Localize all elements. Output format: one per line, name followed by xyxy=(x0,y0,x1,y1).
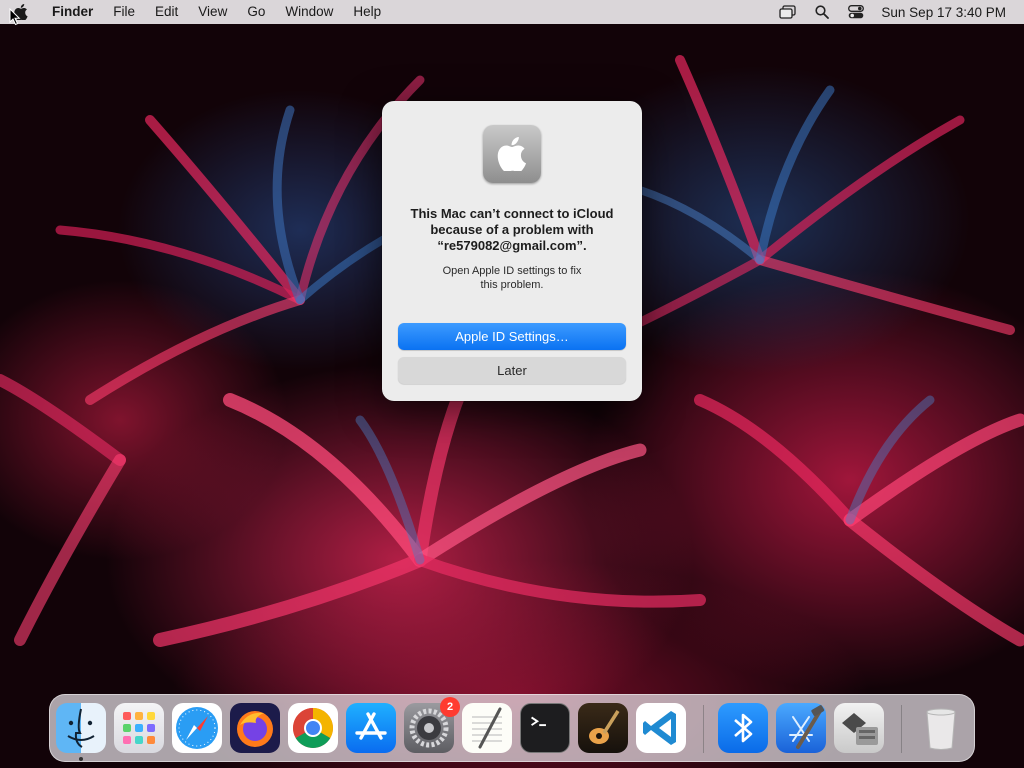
dock: 2 xyxy=(49,694,975,762)
finder-running-indicator xyxy=(79,757,83,761)
launchpad-icon[interactable] xyxy=(114,703,164,753)
app-store-icon[interactable] xyxy=(346,703,396,753)
chrome-icon[interactable] xyxy=(288,703,338,753)
menu-file[interactable]: File xyxy=(103,0,145,24)
menu-edit[interactable]: Edit xyxy=(145,0,188,24)
safari-icon[interactable] xyxy=(172,703,222,753)
apple-logo-icon xyxy=(483,125,541,183)
apple-id-settings-button[interactable]: Apple ID Settings… xyxy=(398,323,626,350)
screen-mirroring-icon[interactable] xyxy=(771,0,805,24)
firefox-icon[interactable] xyxy=(230,703,280,753)
menu-go[interactable]: Go xyxy=(237,0,275,24)
mouse-cursor-icon xyxy=(9,7,21,31)
icloud-alert-dialog: This Mac can’t connect to iCloud because… xyxy=(382,101,642,401)
menu-view[interactable]: View xyxy=(188,0,237,24)
dialog-title-line: because of a problem with xyxy=(430,222,594,237)
dialog-title: This Mac can’t connect to iCloud because… xyxy=(394,206,630,254)
dialog-title-line: “re579082@gmail.com”. xyxy=(437,238,587,253)
finder-icon[interactable] xyxy=(56,703,106,753)
menu-bar: Finder File Edit View Go Window Help Sun… xyxy=(0,0,1024,24)
terminal-icon[interactable] xyxy=(520,703,570,753)
menu-help[interactable]: Help xyxy=(343,0,391,24)
menu-bar-clock[interactable]: Sun Sep 17 3:40 PM xyxy=(873,5,1024,20)
menu-app-name[interactable]: Finder xyxy=(36,0,103,24)
dock-separator xyxy=(901,705,902,753)
dock-separator xyxy=(703,705,704,753)
dialog-message-line: Open Apple ID settings to fix xyxy=(442,265,582,277)
dialog-message: Open Apple ID settings to fix this probl… xyxy=(412,264,612,292)
trash-icon[interactable] xyxy=(916,703,966,753)
bluetooth-file-exchange-icon[interactable] xyxy=(718,703,768,753)
vscode-icon[interactable] xyxy=(636,703,686,753)
textedit-icon[interactable] xyxy=(462,703,512,753)
garageband-icon[interactable] xyxy=(578,703,628,753)
xcode-icon[interactable] xyxy=(776,703,826,753)
dialog-message-line: this problem. xyxy=(480,279,544,291)
menu-window[interactable]: Window xyxy=(275,0,343,24)
boot-camp-assistant-icon[interactable] xyxy=(834,703,884,753)
notification-badge: 2 xyxy=(440,697,460,717)
control-center-icon[interactable] xyxy=(839,0,873,24)
system-settings-icon[interactable]: 2 xyxy=(404,697,460,753)
later-button[interactable]: Later xyxy=(398,357,626,384)
dialog-title-line: This Mac can’t connect to iCloud xyxy=(410,206,614,221)
spotlight-search-icon[interactable] xyxy=(805,0,839,24)
